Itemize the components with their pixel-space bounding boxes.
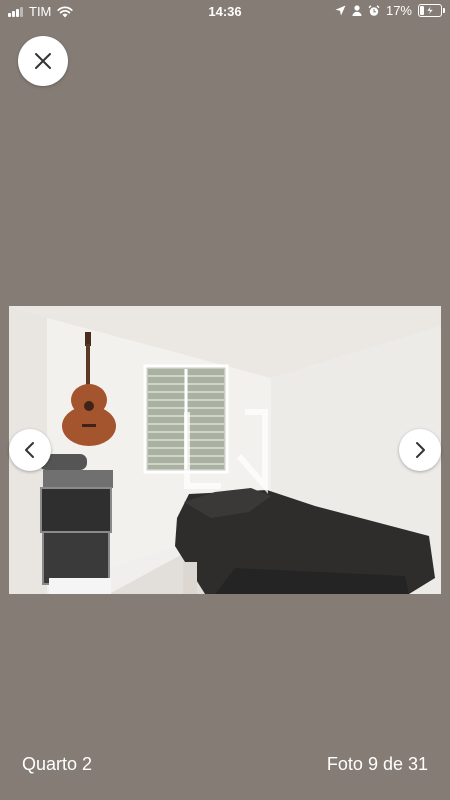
room-photo[interactable] — [9, 306, 441, 594]
next-photo-button[interactable] — [399, 429, 441, 471]
chevron-right-icon — [416, 442, 425, 458]
status-bar-right: 17% — [335, 3, 445, 18]
alarm-icon — [368, 4, 380, 16]
close-icon — [35, 53, 51, 69]
room-label: Quarto 2 — [22, 754, 93, 774]
person-icon — [352, 5, 362, 16]
battery-charging-icon — [418, 4, 445, 17]
chevron-left-icon — [25, 442, 34, 458]
battery-percent: 17% — [385, 3, 412, 18]
status-bar: TIM 14:36 17% — [0, 0, 450, 24]
previous-photo-button[interactable] — [9, 429, 51, 471]
photo-counter: Foto 9 de 31 — [326, 754, 428, 774]
close-button[interactable] — [18, 36, 68, 86]
location-icon — [335, 5, 346, 16]
